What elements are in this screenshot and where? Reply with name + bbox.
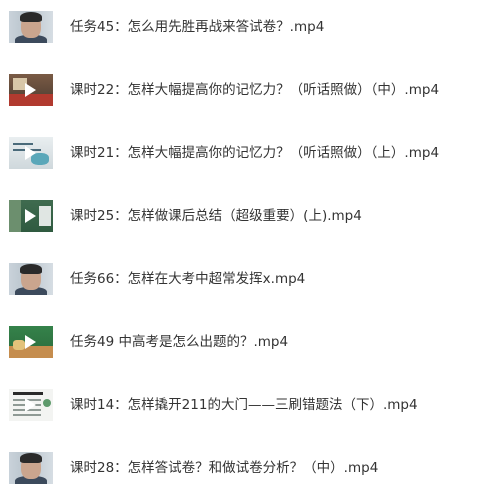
play-icon (25, 335, 36, 349)
file-name: 课时25：怎样做课后总结（超级重要）(上).mp4 (70, 208, 362, 224)
video-thumbnail-icon (9, 389, 53, 421)
video-thumbnail-icon (9, 452, 53, 484)
file-item-lesson14[interactable]: 课时14：怎样撬开211的大门——三刷错题法（下）.mp4 (0, 383, 486, 427)
file-name: 任务49 中高考是怎么出题的？.mp4 (70, 334, 289, 350)
file-item-task49[interactable]: 任务49 中高考是怎么出题的？.mp4 (0, 320, 486, 364)
play-icon (25, 398, 36, 412)
file-name: 课时14：怎样撬开211的大门——三刷错题法（下）.mp4 (70, 397, 418, 413)
video-thumbnail-icon (9, 74, 53, 106)
file-name: 任务45：怎么用先胜再战来答试卷？.mp4 (70, 19, 325, 35)
play-icon (25, 83, 36, 97)
file-item-task45[interactable]: 任务45：怎么用先胜再战来答试卷？.mp4 (0, 5, 486, 49)
video-thumbnail-icon (9, 326, 53, 358)
file-name: 课时22：怎样大幅提高你的记忆力？（听话照做）（中）.mp4 (70, 82, 440, 98)
file-item-lesson21[interactable]: 课时21：怎样大幅提高你的记忆力？（听话照做）（上）.mp4 (0, 131, 486, 175)
file-item-lesson28[interactable]: 课时28：怎样答试卷？和做试卷分析？（中）.mp4 (0, 446, 486, 490)
file-name: 任务66：怎样在大考中超常发挥x.mp4 (70, 271, 306, 287)
video-thumbnail-icon (9, 11, 53, 43)
file-name: 课时21：怎样大幅提高你的记忆力？（听话照做）（上）.mp4 (70, 145, 440, 161)
play-icon (25, 146, 36, 160)
play-icon (25, 209, 36, 223)
file-name: 课时28：怎样答试卷？和做试卷分析？（中）.mp4 (70, 460, 379, 476)
video-thumbnail-icon (9, 137, 53, 169)
video-thumbnail-icon (9, 263, 53, 295)
file-item-lesson25[interactable]: 课时25：怎样做课后总结（超级重要）(上).mp4 (0, 194, 486, 238)
file-item-task66[interactable]: 任务66：怎样在大考中超常发挥x.mp4 (0, 257, 486, 301)
video-file-list: 任务45：怎么用先胜再战来答试卷？.mp4 课时22：怎样大幅提高你的记忆力？（… (0, 0, 486, 504)
file-item-lesson22[interactable]: 课时22：怎样大幅提高你的记忆力？（听话照做）（中）.mp4 (0, 68, 486, 112)
video-thumbnail-icon (9, 200, 53, 232)
